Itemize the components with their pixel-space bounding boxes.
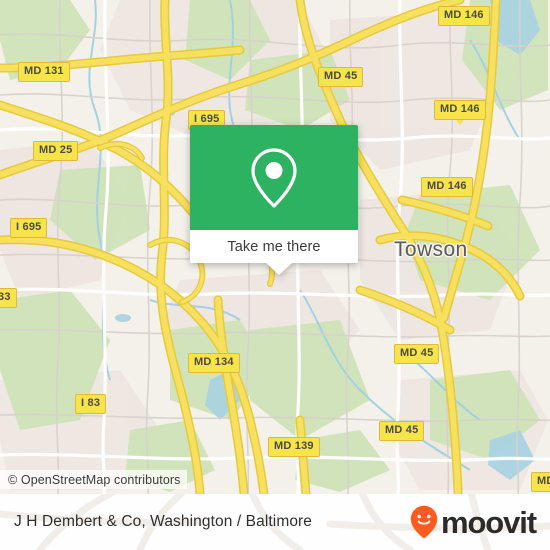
take-me-there-button[interactable]: Take me there [190,230,358,263]
moovit-wordmark: moovit [440,504,537,540]
city-label-towson: Towson [394,238,468,261]
road-shield: MD 134 [188,353,240,373]
moovit-logo[interactable]: moovit [410,504,537,540]
location-popup-card[interactable]: Take me there [190,125,358,275]
take-me-there-label: Take me there [227,238,321,255]
road-shield: MD 146 [421,177,473,197]
road-shield: MD 45 [379,421,425,441]
road-shield: MD 139 [268,437,320,457]
attribution-text: © OpenStreetMap contributors [8,472,181,487]
road-shield: MD 131 [18,62,70,82]
road-shield: I 695 [10,218,48,238]
shield-down-arrow-icon [456,120,464,125]
moovit-pin-icon [410,505,438,539]
road-shield: I 83 [75,394,107,414]
popup-pointer [266,263,292,275]
road-shield: MD [531,472,550,492]
road-shield: MD 45 [394,344,440,364]
bottom-info-bar: J H Dembert & Co, Washington / Baltimore… [0,494,550,550]
road-shield: MD 146 [438,6,490,26]
map-pin-icon [251,147,297,208]
road-shield: 33 [0,288,17,308]
road-shield: MD 146 [434,100,486,120]
road-shield: MD 25 [33,141,79,161]
place-title: J H Dembert & Co, Washington / Baltimore [14,513,313,530]
road-shield: MD 45 [318,67,364,87]
popup-header [190,125,358,230]
map-attribution[interactable]: © OpenStreetMap contributors [0,470,187,489]
moovit-map-screen: MD 146 MD 131 MD 45 MD 146 I 695 MD 25 M… [0,0,550,550]
map-canvas[interactable]: MD 146 MD 131 MD 45 MD 146 I 695 MD 25 M… [0,0,550,494]
